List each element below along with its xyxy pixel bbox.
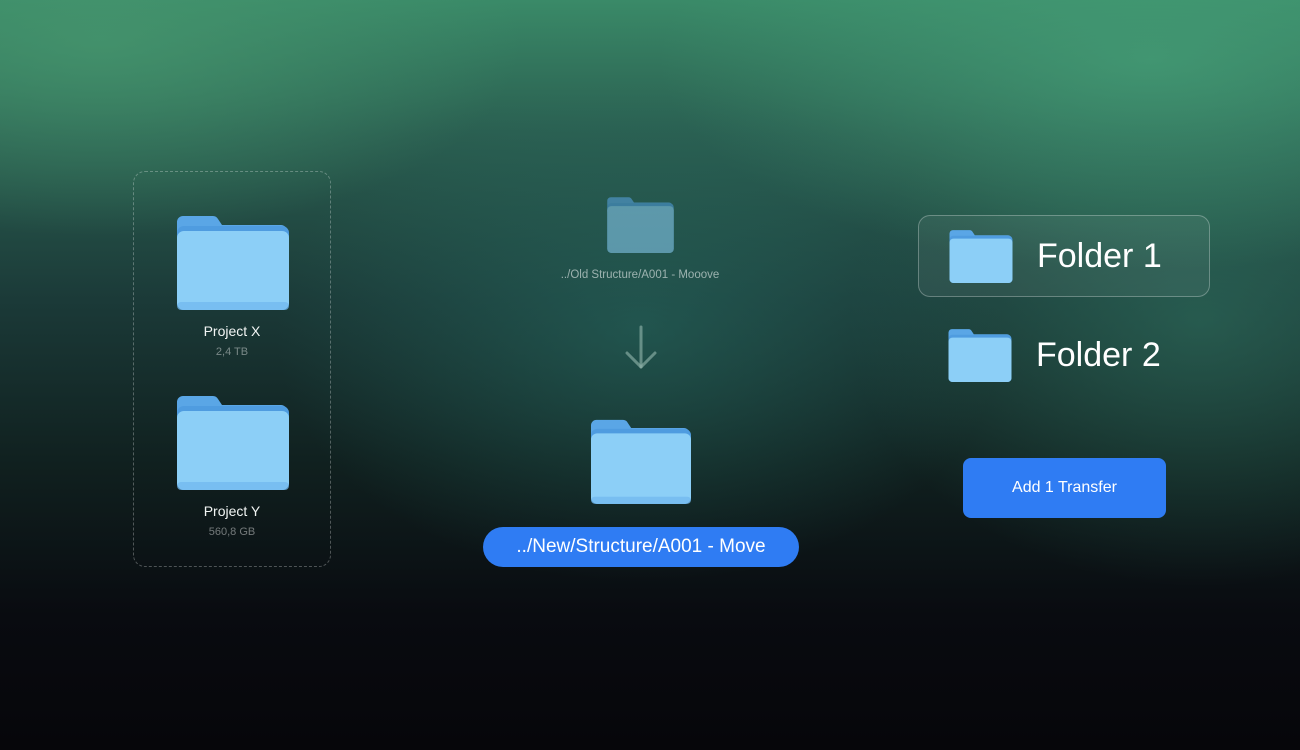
- folder-icon[interactable]: [177, 214, 289, 310]
- new-path-label: ../New/Structure/A001 - Move: [483, 527, 799, 567]
- folder-label: Folder 2: [1036, 335, 1161, 374]
- project-name: Project X: [203, 323, 261, 339]
- folder-icon: [949, 229, 1013, 283]
- destination-folder-item[interactable]: Folder 2: [918, 314, 1210, 396]
- old-path-label: ../Old Structure/A001 - Mooove: [560, 269, 720, 281]
- folder-icon[interactable]: [177, 394, 289, 490]
- add-transfer-button[interactable]: Add 1 Transfer: [963, 458, 1166, 518]
- folder-icon: [607, 196, 674, 253]
- folder-label: Folder 1: [1037, 236, 1162, 275]
- folder-icon: [591, 418, 691, 504]
- destination-folder-item[interactable]: Folder 1: [918, 215, 1210, 297]
- project-size: 560,8 GB: [208, 526, 256, 538]
- arrow-down-icon: [622, 323, 660, 373]
- project-size: 2,4 TB: [215, 346, 249, 358]
- folder-icon: [948, 328, 1012, 382]
- project-name: Project Y: [203, 503, 261, 519]
